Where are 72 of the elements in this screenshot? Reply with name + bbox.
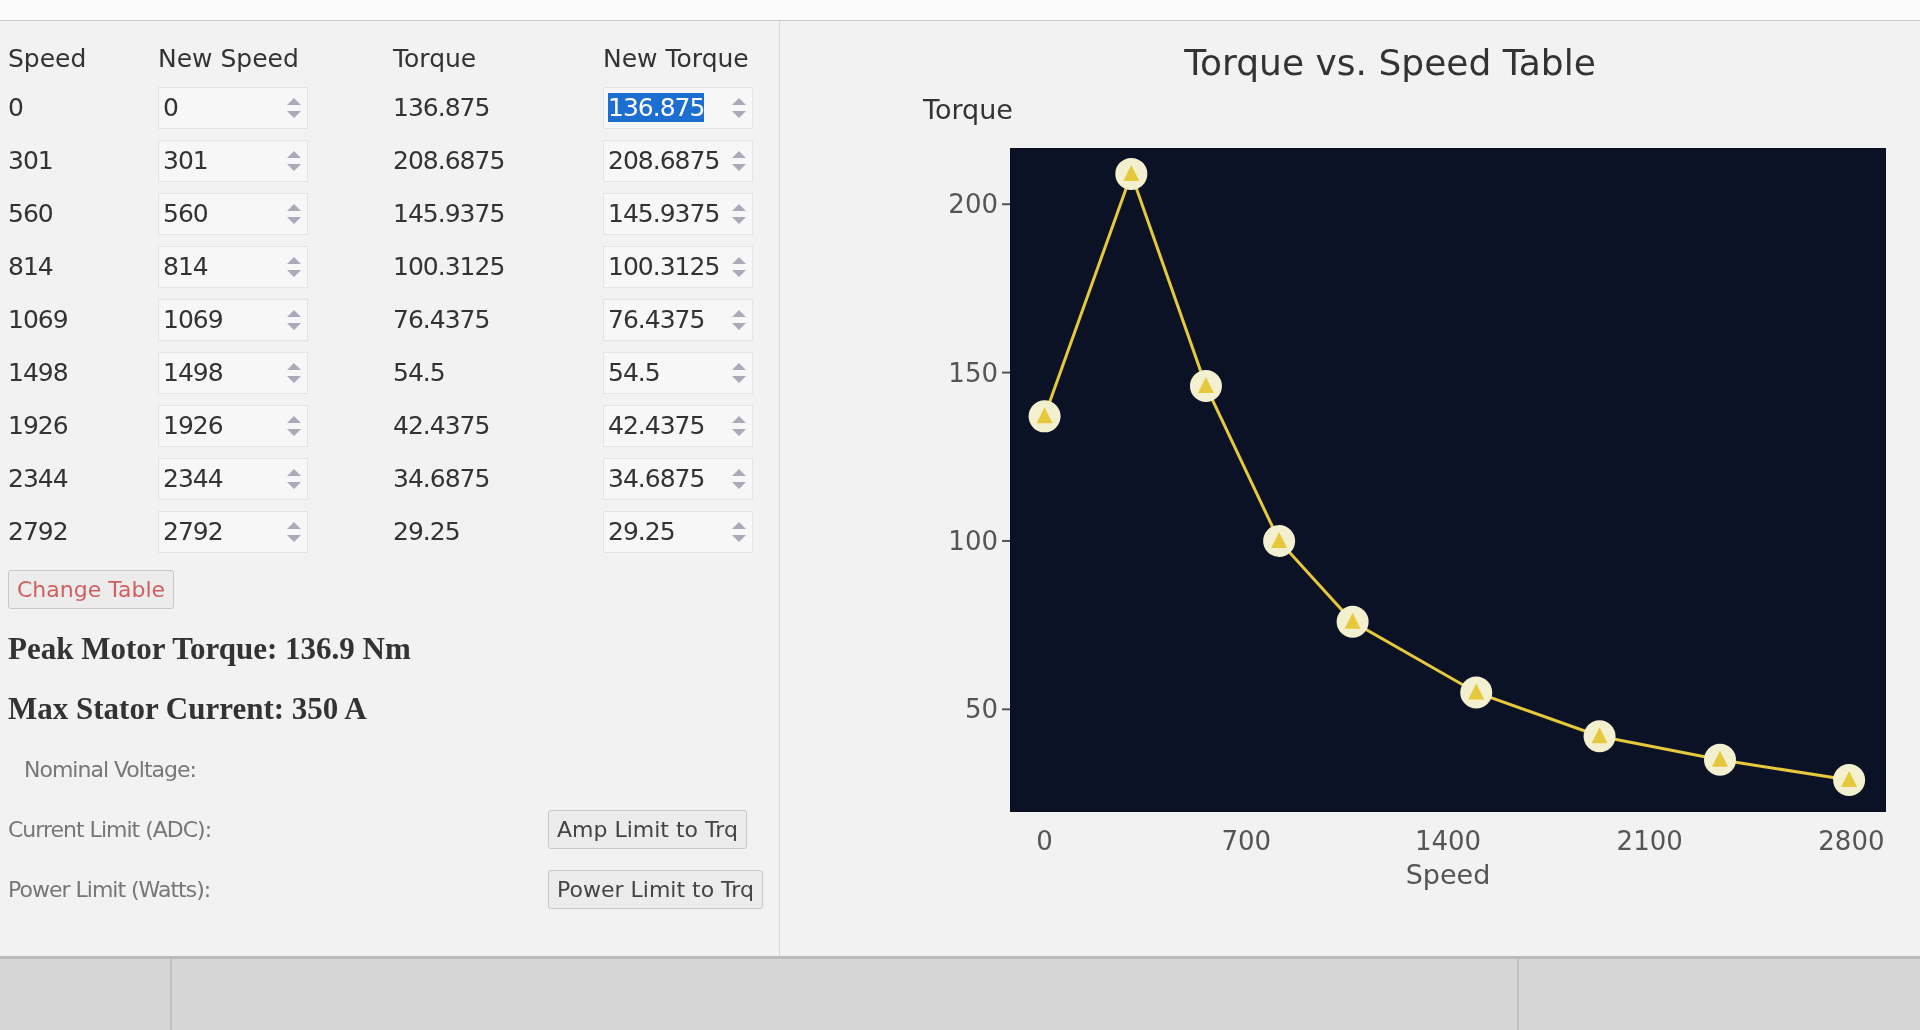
data-point [1833, 764, 1866, 796]
table-cell: 2792 [8, 517, 68, 546]
axis-label: Torque [923, 94, 1013, 125]
table-cell: 100.3125 [393, 252, 505, 281]
torque-spinner[interactable]: 76.4375 [603, 298, 753, 341]
column-header: New Speed [158, 42, 300, 75]
y-tick-label: 100 [948, 525, 998, 556]
y-tick-label: 200 [948, 189, 998, 220]
column-header: New Torque [603, 42, 750, 75]
torque-spinner[interactable]: 29.25 [603, 510, 753, 553]
table-cell: 136.875 [393, 93, 490, 122]
limit-button[interactable]: Amp Limit to Trq [548, 809, 747, 849]
table-cell: 34.6875 [393, 464, 490, 493]
torque-spinner[interactable]: 42.4375 [603, 404, 753, 447]
table-cell: 2344 [8, 464, 68, 493]
data-point [1028, 400, 1061, 433]
speed-spinner[interactable]: 1926 [158, 404, 308, 447]
torque-spinner[interactable]: 54.5 [603, 351, 753, 394]
max-current-label: Max Stator Current: 350 A [8, 691, 367, 727]
table-cell: 301 [8, 146, 53, 175]
speed-spinner[interactable]: 1069 [158, 298, 308, 341]
tick-label: 1400 [1414, 826, 1482, 856]
table-cell: 54.5 [393, 358, 445, 387]
torque-spinner[interactable]: 100.3125 [603, 245, 753, 288]
table-cell: 145.9375 [393, 199, 505, 228]
tick-label: 700 [1221, 826, 1272, 856]
table-cell: 42.4375 [393, 411, 490, 440]
speed-spinner[interactable]: 814 [158, 245, 308, 288]
table-cell: 1498 [8, 358, 68, 387]
data-point [1704, 743, 1736, 776]
torque-spinner[interactable]: 145.9375 [603, 192, 753, 235]
y-tick-label: 50 [964, 694, 998, 725]
y-tick-label: 150 [948, 357, 998, 388]
column-header: Torque [393, 42, 478, 75]
data-point [1460, 676, 1493, 709]
table-cell: 76.4375 [393, 305, 490, 334]
tick-label: 0 [1036, 826, 1053, 856]
axis-label: Speed [1405, 859, 1491, 890]
speed-spinner[interactable]: 0 [158, 86, 308, 129]
torque-spinner[interactable]: 136.875 [603, 86, 753, 129]
tick-label: 2800 [1818, 826, 1885, 856]
column-header: Speed [8, 42, 88, 75]
data-point [1336, 605, 1369, 638]
table-cell: 208.6875 [393, 146, 505, 175]
speed-spinner[interactable]: 2344 [158, 457, 308, 500]
tick-label: 50 [964, 694, 1011, 725]
peak-torque-label: Peak Motor Torque: 136.9 Nm [8, 631, 411, 667]
table-cell: 560 [8, 199, 53, 228]
tick-label: 200 [948, 189, 1011, 220]
speed-spinner[interactable]: 560 [158, 192, 308, 235]
data-point [1583, 720, 1616, 753]
table-cell: 1926 [8, 411, 68, 440]
data-point [1115, 157, 1148, 190]
field-label: Current Limit (ADC): [8, 816, 213, 842]
table-cell: 29.25 [393, 517, 460, 546]
data-point [1189, 370, 1222, 403]
speed-spinner[interactable]: 301 [158, 139, 308, 182]
speed-spinner[interactable]: 2792 [158, 510, 308, 553]
limit-button[interactable]: Power Limit to Trq [548, 869, 763, 909]
tick-label: 150 [948, 357, 1011, 388]
field-label: Power Limit (Watts): [8, 876, 212, 902]
field-label: Nominal Voltage: [23, 756, 197, 782]
tick-label: 100 [948, 525, 1011, 556]
tick-label: 2100 [1616, 826, 1683, 856]
torque-spinner[interactable]: 34.6875 [603, 457, 753, 500]
data-point [1263, 524, 1296, 557]
table-cell: 1069 [8, 305, 68, 334]
speed-spinner[interactable]: 1498 [158, 351, 308, 394]
table-cell: 814 [8, 252, 53, 281]
table-cell: 0 [8, 93, 23, 122]
chart-title: Torque vs. Speed Table [1184, 42, 1596, 83]
torque-spinner[interactable]: 208.6875 [603, 139, 753, 182]
